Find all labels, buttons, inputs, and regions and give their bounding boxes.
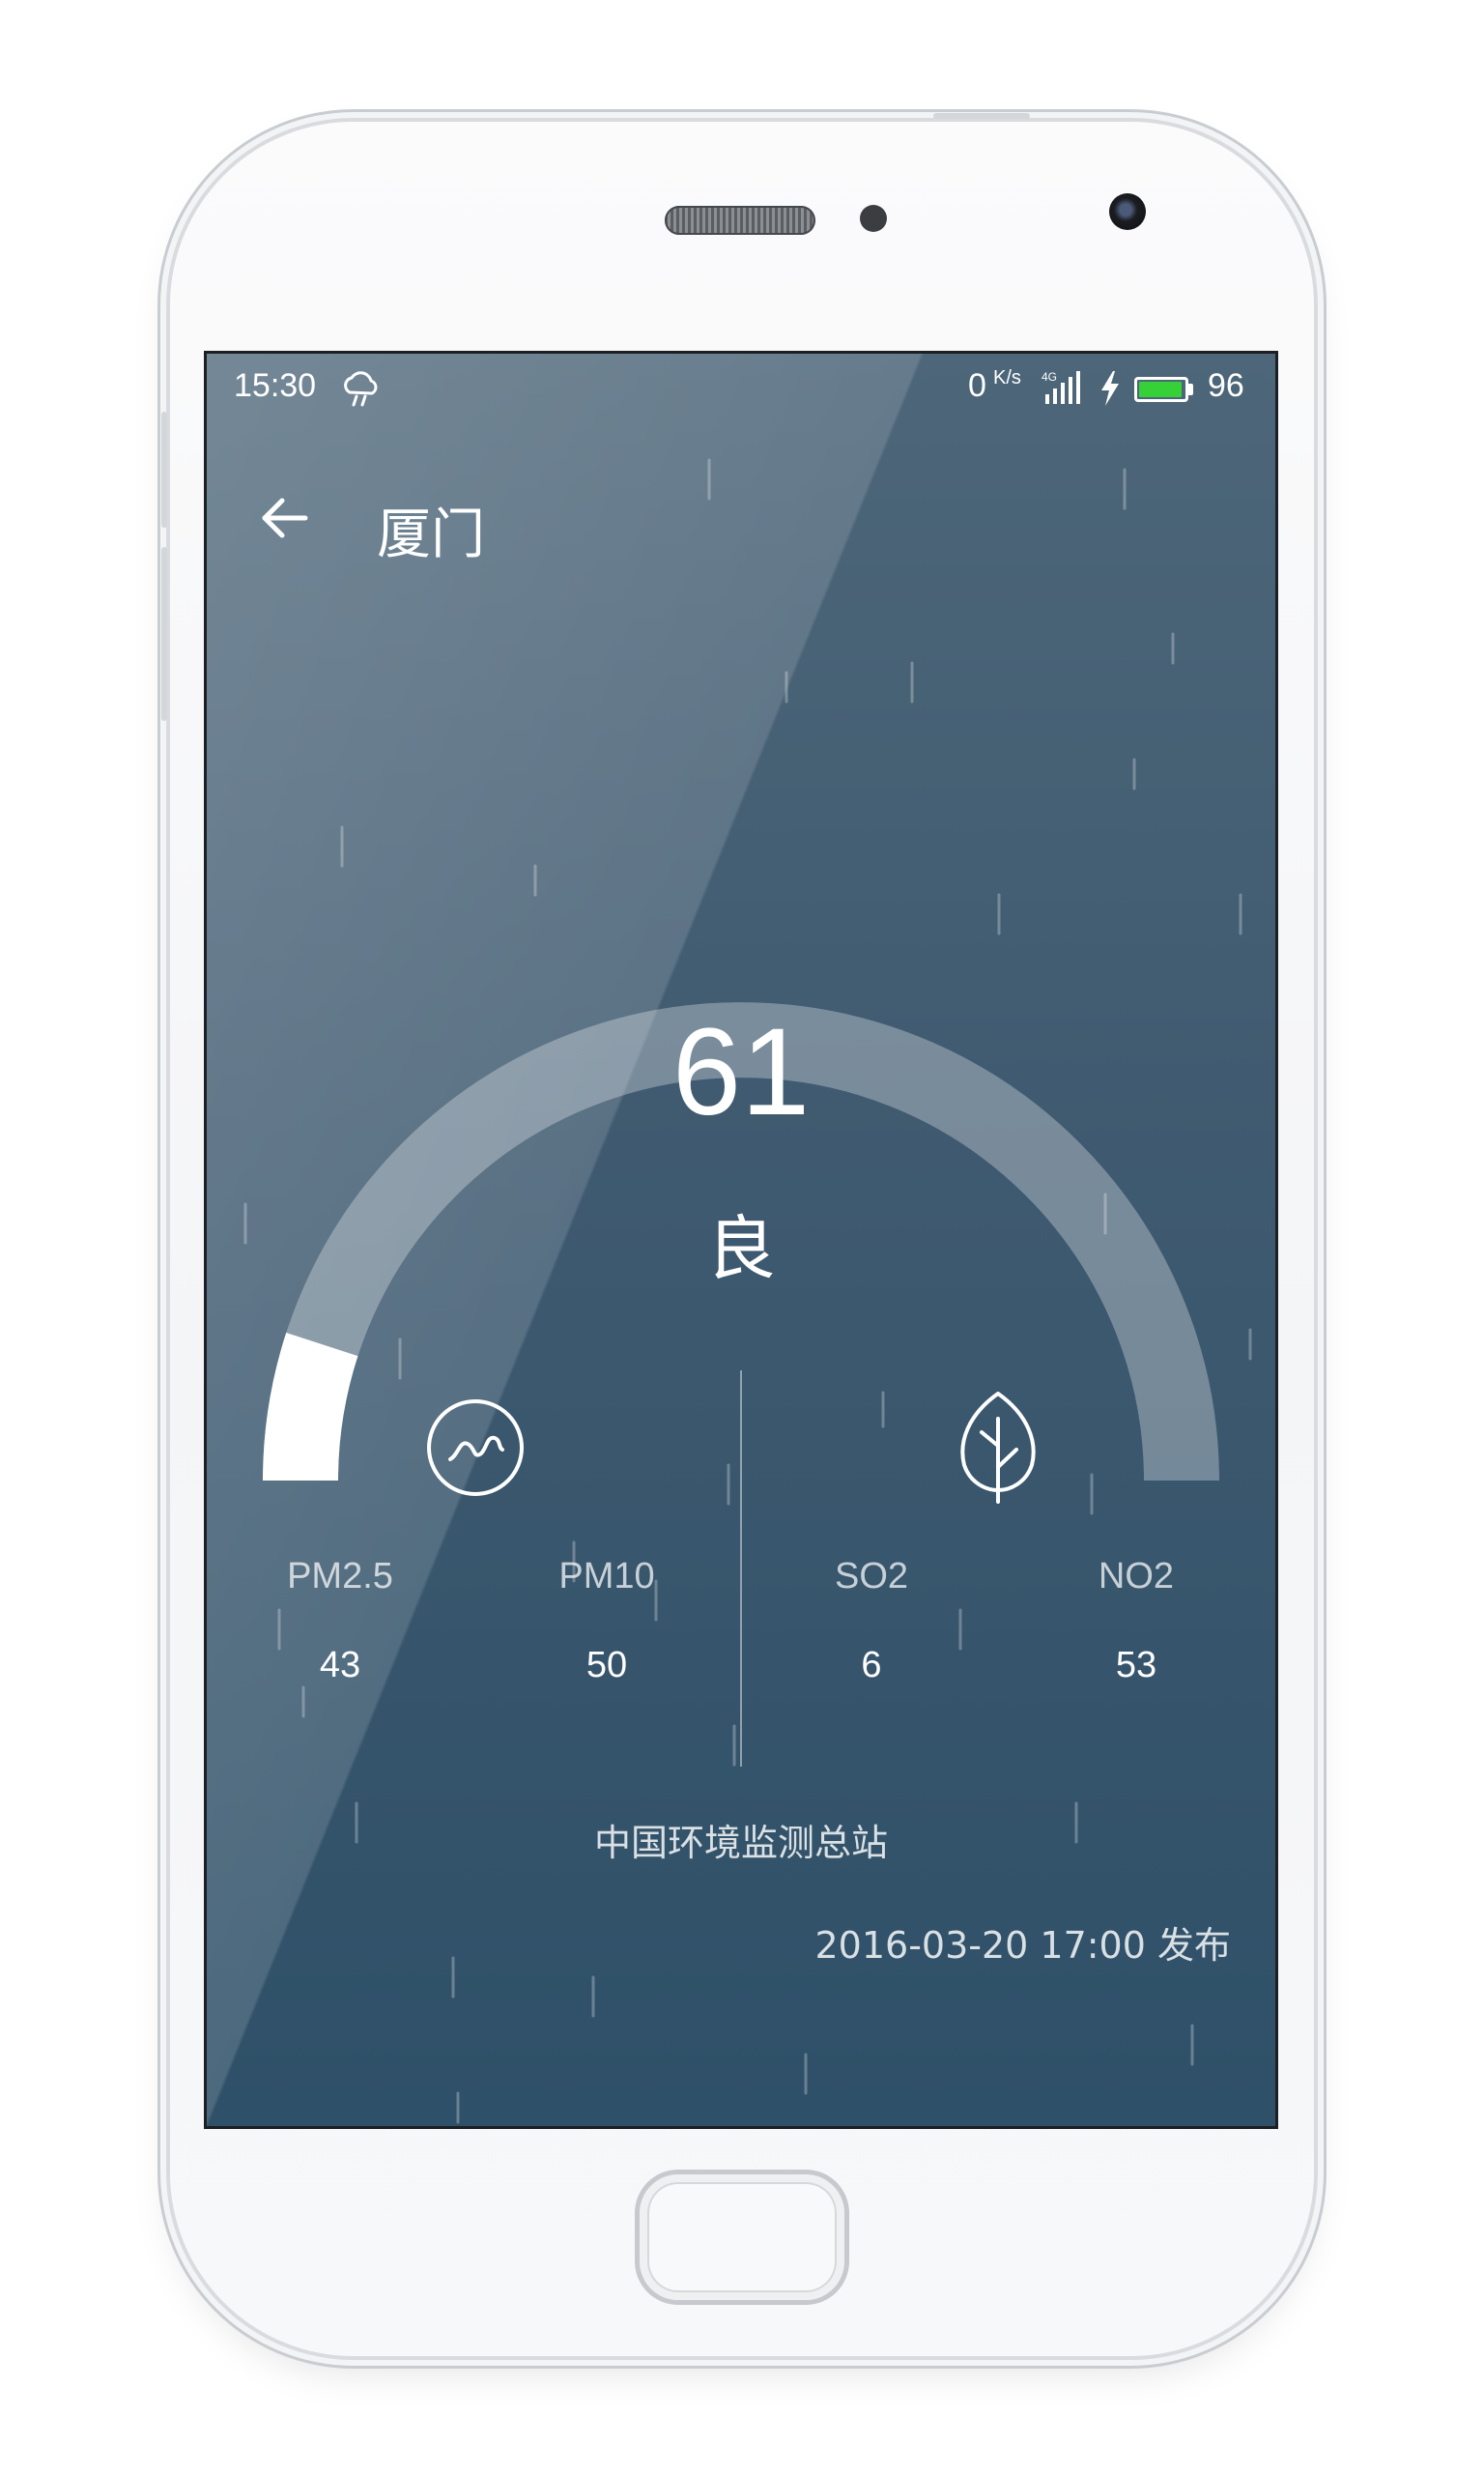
- back-button[interactable]: [253, 487, 315, 549]
- pollutant-name: SO2: [834, 1556, 909, 1597]
- app-screen: 15:30 0 K/s 4G 96 厦门 61 良 PM2.5 43 PM10 …: [207, 354, 1275, 2126]
- network-type-label: 4G: [1042, 370, 1057, 384]
- battery-tip: [1188, 384, 1193, 395]
- pollutant-name: NO2: [1098, 1556, 1175, 1597]
- pollutant-name: PM2.5: [287, 1556, 393, 1597]
- battery-fill: [1139, 382, 1183, 397]
- proximity-sensor: [860, 205, 887, 232]
- status-bar: 15:30 0 K/s 4G 96: [207, 354, 1275, 427]
- front-camera: [1109, 193, 1146, 230]
- pollutant-value: 50: [585, 1645, 628, 1685]
- aqi-level: 良: [705, 1208, 776, 1289]
- publish-time: 2016-03-20 17:00 发布: [814, 1924, 1231, 1967]
- pollutant-so2: SO2 6: [775, 1558, 968, 1683]
- home-button[interactable]: [640, 2174, 844, 2300]
- pollutant-value: 6: [861, 1645, 882, 1685]
- pollutant-pm10: PM10 50: [510, 1558, 703, 1683]
- app-bar: 厦门: [207, 470, 1275, 566]
- data-source: 中国环境监测总站: [593, 1822, 888, 1864]
- pollutant-no2: NO2 53: [1040, 1558, 1233, 1683]
- aqi-value: 61: [671, 1003, 811, 1141]
- gauge-progress: [263, 1333, 358, 1482]
- arrow-left-icon: [262, 498, 308, 538]
- phone-side-button: [161, 547, 167, 721]
- stage: 15:30 0 K/s 4G 96 厦门 61 良 PM2.5 43 PM10 …: [0, 0, 1484, 2474]
- battery-icon: [1134, 377, 1188, 402]
- cloud-rain-icon: [344, 371, 378, 407]
- group-divider: [740, 1370, 742, 1767]
- wave-circle-icon: [427, 1399, 524, 1496]
- pollutant-name: PM10: [558, 1556, 655, 1597]
- network-speed: 0: [968, 367, 986, 404]
- status-time: 15:30: [234, 367, 317, 404]
- pollutant-value: 53: [1115, 1645, 1157, 1685]
- battery-level: 96: [1208, 367, 1244, 404]
- signal-strength-icon: 4G: [1042, 370, 1080, 404]
- pollutant-pm25: PM2.5 43: [243, 1558, 437, 1683]
- phone-side-button: [161, 412, 167, 528]
- lightning-bolt-icon: [1101, 371, 1119, 406]
- leaf-icon: [960, 1392, 1036, 1504]
- earpiece-speaker: [665, 206, 815, 235]
- city-title: 厦门: [377, 503, 485, 566]
- pollutant-value: 43: [319, 1645, 361, 1685]
- phone-top-button: [933, 113, 1030, 119]
- network-speed-unit: K/s: [993, 367, 1021, 388]
